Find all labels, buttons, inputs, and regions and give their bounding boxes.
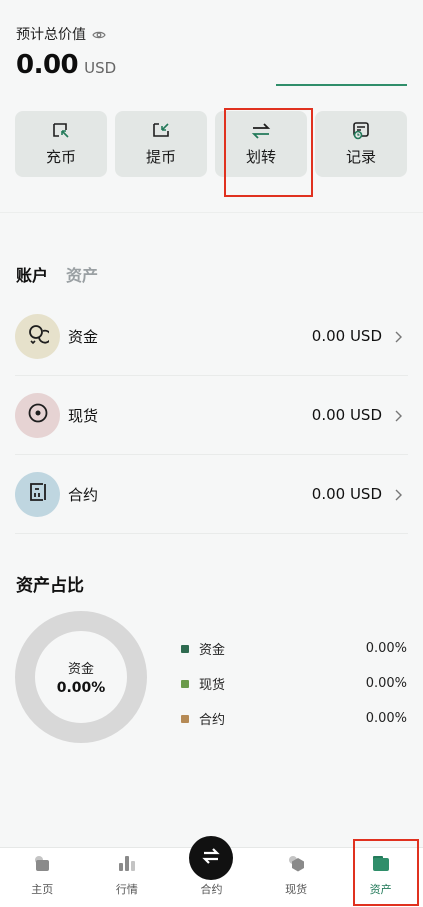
total-value: 0.00 bbox=[16, 50, 79, 80]
tab-account[interactable]: 账户 bbox=[16, 262, 48, 286]
total-value-label: 预计总价值 bbox=[16, 27, 86, 43]
donut-center: 资金 0.00% bbox=[15, 611, 147, 743]
account-name-spot: 现货 bbox=[68, 406, 99, 425]
transfer-label: 划转 bbox=[245, 147, 276, 166]
chevron-right-icon bbox=[392, 408, 404, 422]
transfer-icon bbox=[251, 122, 271, 140]
funding-avatar bbox=[15, 313, 60, 359]
legend-name: 合约 bbox=[199, 713, 226, 728]
eye-icon[interactable] bbox=[92, 27, 106, 41]
nav-assets[interactable]: 资产 bbox=[338, 848, 423, 907]
legend-pct: 0.00% bbox=[365, 641, 407, 656]
home-icon bbox=[31, 854, 53, 876]
total-label-row: 预计总价值 bbox=[16, 24, 106, 44]
legend-item-funding: 资金 0.00% bbox=[181, 631, 407, 666]
account-list: 资金 0.00 USD 现货 0.00 USD 合约 0.00 USD bbox=[15, 297, 408, 534]
action-bar: 充币 提币 划转 记录 bbox=[15, 111, 407, 177]
nav-label-market: 行情 bbox=[115, 883, 138, 896]
legend-pct: 0.00% bbox=[365, 676, 407, 691]
record-button[interactable]: 记录 bbox=[315, 111, 407, 177]
legend-item-futures: 合约 0.00% bbox=[181, 701, 407, 736]
account-value-spot: 0.00 USD bbox=[311, 406, 382, 424]
account-name-funding: 资金 bbox=[68, 327, 99, 346]
nav-spot[interactable]: 现货 bbox=[254, 848, 339, 907]
legend-name: 现货 bbox=[199, 678, 226, 693]
deposit-icon bbox=[51, 122, 71, 140]
nav-label-assets: 资产 bbox=[369, 883, 392, 896]
market-icon bbox=[116, 854, 138, 876]
legend-swatch bbox=[181, 714, 189, 723]
allocation-legend: 资金 0.00% 现货 0.00% 合约 0.00% bbox=[181, 631, 407, 736]
account-row-spot[interactable]: 现货 0.00 USD bbox=[15, 376, 408, 455]
chevron-right-icon bbox=[392, 487, 404, 501]
withdraw-label: 提币 bbox=[145, 147, 176, 166]
account-tabs: 账户 资产 bbox=[16, 262, 98, 286]
tab-assets[interactable]: 资产 bbox=[66, 262, 98, 286]
futures-avatar bbox=[15, 471, 60, 517]
chevron-right-icon bbox=[392, 329, 404, 343]
spot-nav-icon bbox=[285, 854, 307, 876]
legend-swatch bbox=[181, 644, 189, 653]
account-value-funding: 0.00 USD bbox=[311, 327, 382, 345]
legend-swatch bbox=[181, 679, 189, 688]
nav-label-home: 主页 bbox=[31, 883, 54, 896]
swap-icon bbox=[200, 845, 222, 871]
record-label: 记录 bbox=[345, 147, 376, 166]
allocation-title: 资产占比 bbox=[16, 576, 84, 596]
legend-name: 资金 bbox=[199, 643, 226, 658]
total-value-row: 0.00 USD bbox=[16, 50, 116, 80]
account-row-futures[interactable]: 合约 0.00 USD bbox=[15, 455, 408, 534]
trade-fab-button[interactable] bbox=[189, 836, 233, 880]
nav-home[interactable]: 主页 bbox=[0, 848, 85, 907]
spot-avatar bbox=[15, 392, 60, 438]
total-currency: USD bbox=[84, 59, 117, 77]
balance-sparkline bbox=[276, 84, 407, 86]
nav-label-spot: 现货 bbox=[285, 883, 308, 896]
record-icon bbox=[351, 121, 371, 140]
deposit-button[interactable]: 充币 bbox=[15, 111, 107, 177]
legend-item-spot: 现货 0.00% bbox=[181, 666, 407, 701]
account-value-futures: 0.00 USD bbox=[311, 485, 382, 503]
withdraw-button[interactable]: 提币 bbox=[115, 111, 207, 177]
nav-market[interactable]: 行情 bbox=[85, 848, 170, 907]
nav-label-futures: 合约 bbox=[200, 883, 223, 896]
account-name-futures: 合约 bbox=[68, 485, 99, 504]
account-row-funding[interactable]: 资金 0.00 USD bbox=[15, 297, 408, 376]
spot-icon bbox=[27, 402, 49, 428]
legend-pct: 0.00% bbox=[365, 711, 407, 726]
transfer-button[interactable]: 划转 bbox=[215, 111, 307, 177]
withdraw-icon bbox=[151, 122, 171, 140]
futures-icon bbox=[27, 481, 49, 507]
assets-icon bbox=[370, 854, 392, 876]
section-divider bbox=[0, 212, 423, 213]
donut-center-label: 资金 bbox=[67, 662, 94, 677]
deposit-label: 充币 bbox=[45, 147, 76, 166]
funding-icon bbox=[27, 323, 52, 349]
donut-center-value: 0.00% bbox=[56, 680, 106, 696]
